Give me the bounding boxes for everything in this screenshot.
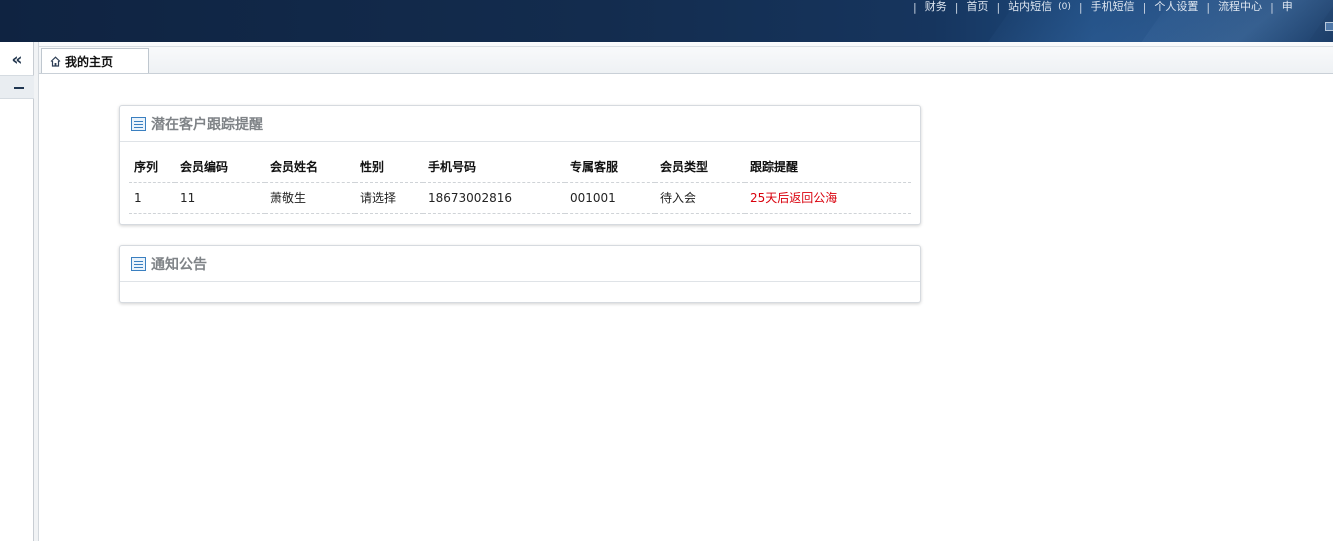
left-sidebar: « bbox=[0, 42, 34, 541]
column-header: 跟踪提醒 bbox=[745, 142, 911, 183]
nav-separator: | bbox=[913, 0, 917, 14]
top-header: | 财务 | 首页 | 站内短信 (0) | 手机短信 | 个人设置 | 流程中… bbox=[0, 0, 1333, 42]
table-header-row: 序列 会员编码 会员姓名 性别 手机号码 专属客服 会员类型 跟踪提醒 bbox=[129, 142, 911, 183]
cell-member-type: 待入会 bbox=[655, 182, 745, 214]
cell-index: 1 bbox=[129, 182, 175, 214]
table-row[interactable]: 1 11 萧敬生 请选择 18673002816 001001 待入会 25天后… bbox=[129, 182, 911, 214]
panel-header: 潜在客户跟踪提醒 bbox=[120, 106, 920, 142]
panel-header: 通知公告 bbox=[120, 246, 920, 282]
tab-label: 我的主页 bbox=[65, 54, 114, 69]
tab-strip: 我的主页 bbox=[39, 42, 1333, 74]
double-chevron-left-icon[interactable]: « bbox=[0, 48, 34, 72]
column-header: 性别 bbox=[355, 142, 423, 183]
column-header: 手机号码 bbox=[423, 142, 565, 183]
column-header: 会员编码 bbox=[175, 142, 265, 183]
home-icon bbox=[50, 55, 61, 67]
panel-title: 通知公告 bbox=[151, 256, 207, 273]
column-header: 序列 bbox=[129, 142, 175, 183]
tab-strip-line bbox=[39, 46, 1333, 47]
cell-member-code: 11 bbox=[175, 182, 265, 214]
notice-panel: 通知公告 bbox=[119, 245, 921, 303]
list-icon bbox=[131, 116, 146, 131]
nav-link-home[interactable]: 首页 bbox=[966, 1, 988, 13]
cell-tracking-alert: 25天后返回公海 bbox=[745, 182, 911, 214]
nav-link-finance[interactable]: 财务 bbox=[925, 1, 947, 13]
list-icon bbox=[131, 256, 146, 271]
messages-count[interactable]: (0) bbox=[1058, 2, 1071, 12]
tab-my-homepage[interactable]: 我的主页 bbox=[41, 48, 149, 73]
splitter[interactable] bbox=[34, 42, 39, 541]
column-header: 会员姓名 bbox=[265, 142, 355, 183]
minus-icon bbox=[14, 87, 24, 89]
nav-separator: | bbox=[996, 0, 1001, 14]
cell-phone: 18673002816 bbox=[423, 182, 565, 214]
tracking-reminder-panel: 潜在客户跟踪提醒 序列 会员编码 会员姓名 性别 手机号码 专属客服 会员类型 … bbox=[119, 105, 921, 225]
nav-separator: | bbox=[1142, 0, 1147, 14]
nav-link-apply[interactable]: 申 bbox=[1282, 1, 1293, 13]
nav-separator: | bbox=[954, 0, 959, 14]
cell-member-name: 萧敬生 bbox=[265, 182, 355, 214]
column-header: 专属客服 bbox=[565, 142, 655, 183]
window-icon[interactable] bbox=[1325, 22, 1333, 31]
nav-separator: | bbox=[1206, 0, 1211, 14]
column-header: 会员类型 bbox=[655, 142, 745, 183]
cell-account-manager: 001001 bbox=[565, 182, 655, 214]
collapse-section-button[interactable] bbox=[0, 75, 34, 99]
nav-link-messages[interactable]: 站内短信 bbox=[1008, 1, 1052, 13]
cell-gender: 请选择 bbox=[355, 182, 423, 214]
nav-separator: | bbox=[1270, 0, 1274, 14]
top-nav: | 财务 | 首页 | 站内短信 (0) | 手机短信 | 个人设置 | 流程中… bbox=[905, 0, 1293, 14]
panel-title: 潜在客户跟踪提醒 bbox=[151, 116, 263, 133]
nav-separator: | bbox=[1078, 0, 1083, 14]
nav-link-sms[interactable]: 手机短信 bbox=[1091, 1, 1135, 13]
nav-link-workflow[interactable]: 流程中心 bbox=[1218, 1, 1262, 13]
tracking-table: 序列 会员编码 会员姓名 性别 手机号码 专属客服 会员类型 跟踪提醒 1 11… bbox=[129, 142, 911, 214]
nav-link-settings[interactable]: 个人设置 bbox=[1154, 1, 1198, 13]
